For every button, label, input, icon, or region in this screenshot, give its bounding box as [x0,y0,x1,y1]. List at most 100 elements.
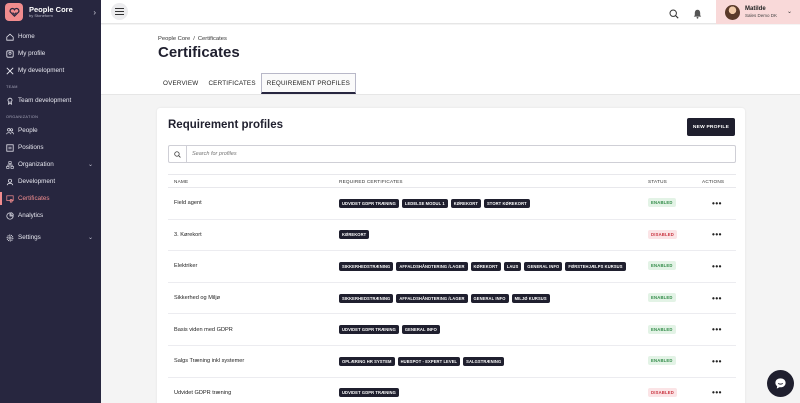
sidebar-item-home[interactable]: Home [0,28,101,45]
status-badge: ENABLED [648,356,676,366]
more-actions-icon[interactable]: ••• [712,262,722,271]
certificate-pill: LEDELSE MODUL 1 [401,198,448,208]
table-row[interactable]: Field agent UDVIDET GDPR TRÆNING LEDELSE M… [168,188,736,220]
certificate-pill: LAUS [503,261,522,271]
certificate-pill: OPLÆRING HR SYSTEM [339,356,395,366]
search-box [168,145,736,163]
sidebar-item-organization[interactable]: Organization ⌄ [0,156,101,173]
brand-title: People Core [29,4,73,14]
breadcrumb-root[interactable]: People Core [158,36,190,42]
profile-name: Elektriker [174,263,198,270]
sidebar-item-my-development[interactable]: My development [0,62,101,79]
profile-name: Sikkerhed og Miljø [174,295,221,302]
user-menu[interactable]: Matilde Sales Demo DK ⌄ [716,0,800,24]
sidebar-item-people[interactable]: People [0,122,101,139]
breadcrumb: People Core / Certificates [158,36,227,42]
status-badge: ENABLED [648,261,676,271]
hamburger-icon [115,8,124,15]
sidebar-item-development[interactable]: Development [0,173,101,190]
status-badge: ENABLED [648,293,676,303]
certificate-pill: UDVIDET GDPR TRÆNING [339,325,399,335]
certificate-icon [6,194,14,203]
bell-icon[interactable] [693,6,702,24]
sidebar-item-settings[interactable]: Settings ⌄ [0,229,101,246]
certificate-pill: UDVIDET GDPR TRÆNING [339,388,399,398]
search-input[interactable] [187,147,735,161]
tab-certificates[interactable]: CERTIFICATES [203,73,260,94]
required-certificates: SIKKERHEDSTRÆNING AFFALDSHÅNDTERING /LAGE… [339,261,648,271]
page-header: People Core / Certificates Certificates OV… [101,25,800,95]
more-actions-icon[interactable]: ••• [712,199,722,208]
user-org: Sales Demo DK [745,13,778,18]
table-row[interactable]: Basis viden med GDPR UDVIDET GDPR TRÆNING… [168,314,736,346]
page-title: Certificates [158,44,240,61]
search-icon[interactable] [669,6,679,24]
sidebar: People Core by Stoneform › Home My profi… [0,0,101,403]
sidebar-item-certificates[interactable]: Certificates [0,190,101,207]
tab-overview[interactable]: OVERVIEW [158,73,203,94]
more-actions-icon[interactable]: ••• [712,230,722,239]
required-certificates: UDVIDET GDPR TRÆNING GENERAL INFO [339,325,648,335]
certificate-pill: FØRSTEHJÆLPS KURSUS [565,261,626,271]
certificate-pill: KØREKORT [470,261,501,271]
sidebar-item-my-profile[interactable]: My profile [0,45,101,62]
profile-name: Udvidet GDPR træning [174,389,232,396]
column-header-status: STATUS [648,178,667,184]
tabs: OVERVIEW CERTIFICATES REQUIREMENT PROFIL… [158,73,357,94]
new-profile-button[interactable]: NEW PROFILE [687,118,735,136]
positions-icon [6,143,14,152]
profile-name: Basis viden med GDPR [174,326,233,333]
sidebar-item-label: Home [18,33,35,40]
card-title: Requirement profiles [168,119,284,131]
certificate-pill: KØREKORT [450,198,481,208]
certificate-pill: HUBSPOT - EXPERT LEVEL [397,356,461,366]
chat-support-button[interactable] [767,370,794,397]
sidebar-item-analytics[interactable]: Analytics [0,207,101,224]
more-actions-icon[interactable]: ••• [712,325,722,334]
analytics-icon [6,211,14,220]
certificate-pill: AFFALDSHÅNDTERING /LAGER [396,293,468,303]
requirement-profiles-card: Requirement profiles NEW PROFILE NAME RE… [157,108,745,403]
breadcrumb-current: Certificates [197,36,227,42]
sidebar-item-positions[interactable]: Positions [0,139,101,156]
gear-icon [6,234,14,242]
chevron-down-icon: ⌄ [786,9,792,15]
chevron-down-icon: ⌄ [87,162,93,168]
certificate-pill: GENERAL INFO [401,325,440,335]
sidebar-section-organization: ORGANIZATION [6,115,39,119]
topbar: Matilde Sales Demo DK ⌄ [101,0,800,24]
tab-requirement-profiles[interactable]: REQUIREMENT PROFILES [260,73,357,94]
required-certificates: SIKKERHEDSTRÆNING AFFALDSHÅNDTERING /LAGE… [339,293,648,303]
sidebar-item-team-development[interactable]: Team development [0,92,101,109]
table-row[interactable]: Sikkerhed og Miljø SIKKERHEDSTRÆNING AFFAL… [168,283,736,315]
brand-switcher[interactable]: People Core by Stoneform › [0,0,101,24]
certificate-pill: GENERAL INFO [524,261,563,271]
certificate-pill: GENERAL INFO [470,293,509,303]
table-row[interactable]: 3. Kørekort KØREKORT DISABLED ••• [168,220,736,252]
sidebar-item-label: Settings [18,234,41,241]
more-actions-icon[interactable]: ••• [712,388,722,397]
status-badge: DISABLED [648,387,678,397]
user-name: Matilde [745,6,766,12]
table-row[interactable]: Elektriker SIKKERHEDSTRÆNING AFFALDSHÅNDTE… [168,251,736,283]
profile-name: Salgs Træning inkl systemer [174,358,245,365]
table-row[interactable]: Udvidet GDPR træning UDVIDET GDPR TRÆNING… [168,378,736,403]
required-certificates: UDVIDET GDPR TRÆNING LEDELSE MODUL 1 KØREK… [339,198,648,208]
certificate-pill: SALGSTRÆNING [463,356,505,366]
column-header-actions: ACTIONS [702,178,725,184]
more-actions-icon[interactable]: ••• [712,357,722,366]
menu-toggle-button[interactable] [111,3,128,20]
sidebar-item-label: Development [18,178,56,185]
column-header-name[interactable]: NAME [168,179,339,184]
status-badge: ENABLED [648,324,676,334]
more-actions-icon[interactable]: ••• [712,294,722,303]
table-row[interactable]: Salgs Træning inkl systemer OPLÆRING HR S… [168,346,736,378]
sidebar-item-label: Analytics [18,212,44,219]
sidebar-item-label: Organization [18,161,54,168]
status-badge: DISABLED [648,229,678,239]
development-icon [6,178,14,186]
certificate-pill: KØREKORT [339,230,370,240]
required-certificates: OPLÆRING HR SYSTEM HUBSPOT - EXPERT LEVEL… [339,356,648,366]
required-certificates: KØREKORT [339,230,648,240]
certificate-pill: AFFALDSHÅNDTERING /LAGER [396,261,468,271]
